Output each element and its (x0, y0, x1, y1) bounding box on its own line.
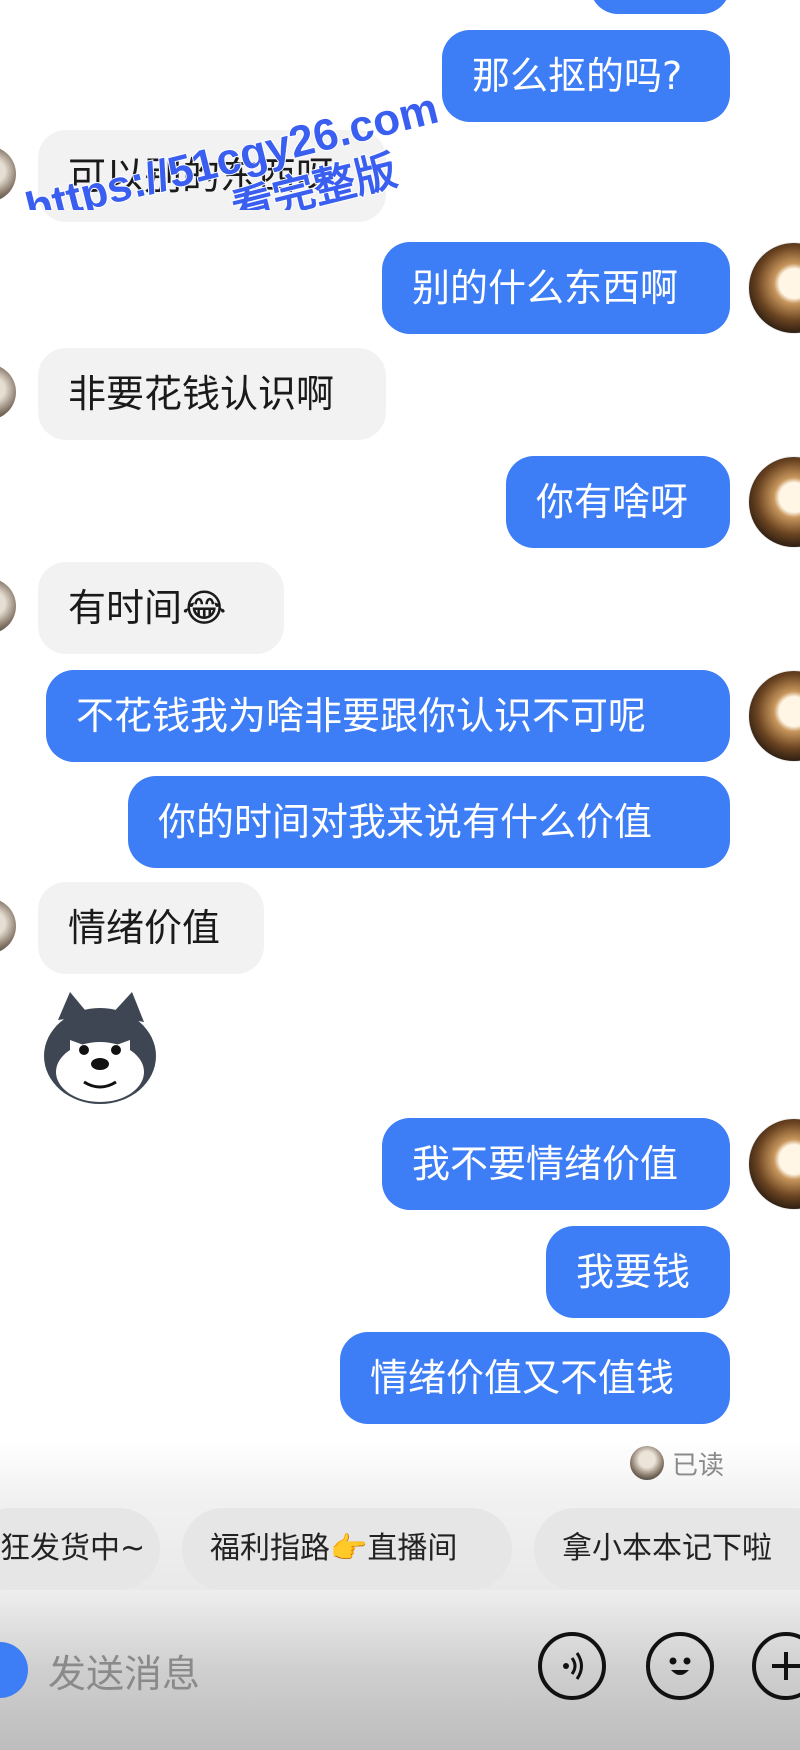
message-bubble-outgoing[interactable]: 我要钱 (546, 1226, 730, 1318)
user-avatar[interactable] (748, 670, 800, 762)
read-receipt-avatar (630, 1446, 664, 1480)
message-bubble-outgoing[interactable]: 不花钱我为啥非要跟你认识不可呢 (46, 670, 730, 762)
message-bubble-incoming[interactable]: 情绪价值 (38, 882, 264, 974)
message-bubble-incoming[interactable]: 非要花钱认识啊 (38, 348, 386, 440)
message-bubble-outgoing[interactable]: 情绪价值又不值钱 (340, 1332, 730, 1424)
emoji-button[interactable] (646, 1632, 714, 1700)
message-bubble-outgoing[interactable]: 那么抠的吗? (442, 30, 730, 122)
message-bubble-partial (590, 0, 730, 14)
message-bubble-outgoing[interactable]: 我不要情绪价值 (382, 1118, 730, 1210)
husky-sticker[interactable] (40, 990, 160, 1108)
voice-icon (563, 1652, 583, 1680)
quick-reply-chip[interactable]: 拿小本本记下啦 (534, 1508, 800, 1590)
emoji-icon (669, 1657, 691, 1675)
quick-reply-chip[interactable]: 狂发货中~ (0, 1508, 160, 1590)
message-bubble-outgoing[interactable]: 别的什么东西啊 (382, 242, 730, 334)
read-receipt: 已读 (630, 1445, 724, 1481)
read-receipt-label: 已读 (672, 1450, 725, 1481)
message-bubble-outgoing[interactable]: 你有啥呀 (506, 456, 730, 548)
message-bubble-incoming[interactable]: 可以别的东西呀 (38, 130, 386, 222)
user-avatar[interactable] (748, 456, 800, 548)
user-avatar[interactable] (748, 242, 800, 334)
user-avatar[interactable] (748, 1118, 800, 1210)
quick-reply-chip[interactable]: 福利指路👉直播间 (182, 1508, 512, 1590)
contact-avatar[interactable] (0, 898, 16, 954)
message-input[interactable]: 发送消息 (0, 1620, 520, 1720)
message-bubble-incoming[interactable]: 有时间😂 (38, 562, 284, 654)
contact-avatar[interactable] (0, 578, 16, 634)
mic-toggle-icon[interactable] (0, 1642, 28, 1698)
chat-area[interactable]: 那么抠的吗? 可以别的东西呀 别的什么东西啊 非要花钱认识啊 你有啥呀 有时间😂… (0, 0, 800, 1440)
message-bubble-outgoing[interactable]: 你的时间对我来说有什么价值 (128, 776, 730, 868)
message-input-placeholder: 发送消息 (48, 1651, 201, 1696)
contact-avatar[interactable] (0, 364, 16, 420)
contact-avatar[interactable] (0, 146, 16, 202)
plus-icon (772, 1652, 800, 1680)
voice-button[interactable] (538, 1632, 606, 1700)
